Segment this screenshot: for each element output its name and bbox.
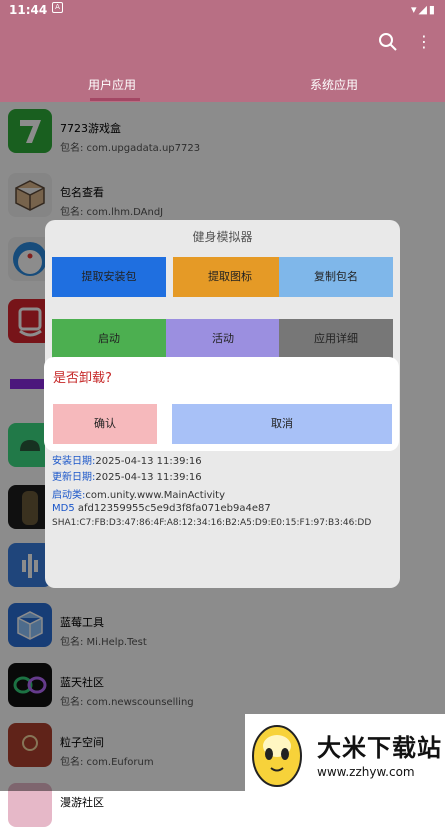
confirm-button[interactable]: 确认 bbox=[53, 404, 157, 444]
activity-button[interactable]: 活动 bbox=[166, 319, 280, 359]
info-sha1: SHA1:C7:FB:D3:47:86:4F:A8:12:34:16:B2:A5… bbox=[52, 518, 372, 528]
extract-apk-button[interactable]: 提取安装包 bbox=[52, 257, 166, 297]
watermark-title: 大米下载站 bbox=[317, 734, 442, 762]
info-md5: MD5 afd12359955c5e9d3f8fa071eb9a4e87 bbox=[52, 503, 271, 514]
dialog-title: 是否卸载? bbox=[53, 371, 112, 386]
copy-package-button[interactable]: 复制包名 bbox=[279, 257, 393, 297]
info-update-date: 更新日期:2025-04-13 11:39:16 bbox=[52, 472, 202, 483]
tab-user-apps[interactable]: 用户应用 bbox=[88, 76, 136, 93]
app-bar: ⋮ 用户应用 系统应用 bbox=[0, 20, 445, 102]
notification-icon: A bbox=[52, 2, 63, 13]
status-icons: ▾◢▮ bbox=[410, 3, 437, 16]
info-launch-class: 启动类:com.unity.www.MainActivity bbox=[52, 490, 226, 501]
launch-button[interactable]: 启动 bbox=[52, 319, 166, 359]
info-install-date: 安装日期:2025-04-13 11:39:16 bbox=[52, 456, 202, 467]
uninstall-dialog: 是否卸载? 确认 取消 bbox=[44, 357, 399, 451]
tab-indicator bbox=[90, 98, 140, 101]
tab-system-apps[interactable]: 系统应用 bbox=[310, 76, 358, 93]
app-details-button[interactable]: 应用详细 bbox=[279, 319, 393, 359]
site-watermark: 大米下载站 www.zzhyw.com bbox=[245, 714, 445, 791]
sheet-title: 健身模拟器 bbox=[192, 230, 253, 244]
cancel-button[interactable]: 取消 bbox=[172, 404, 392, 444]
status-bar: 11:44 A ▾◢▮ bbox=[0, 0, 445, 20]
status-time: 11:44 bbox=[9, 3, 48, 17]
app-name: 漫游社区 bbox=[60, 796, 104, 809]
watermark-url: www.zzhyw.com bbox=[317, 765, 415, 779]
more-vertical-icon[interactable]: ⋮ bbox=[416, 32, 432, 52]
extract-icon-button[interactable]: 提取图标 bbox=[173, 257, 287, 297]
search-icon[interactable] bbox=[378, 32, 398, 52]
rice-mascot-icon bbox=[252, 725, 302, 787]
